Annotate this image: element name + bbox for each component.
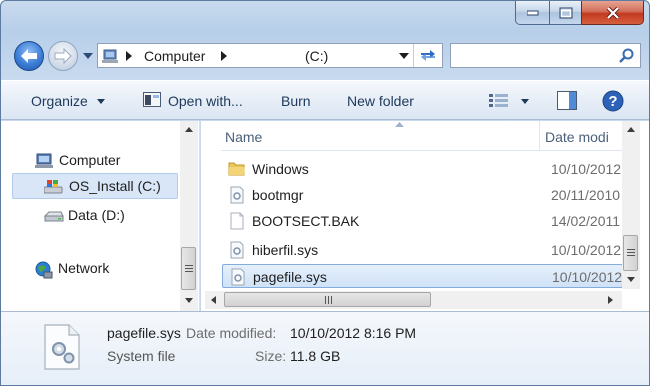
minimize-button[interactable] [515,1,550,25]
nav-item-label: Data (D:) [68,207,125,223]
navigation-pane: Computer OS_Install (C:) Data (D:) Netwo… [1,121,200,311]
file-row-bootsect-bak[interactable]: BOOTSECT.BAK 14/02/2011 [222,209,623,233]
details-size-label: Size: [255,348,287,364]
preview-pane-icon[interactable] [557,91,577,110]
network-icon [35,261,53,279]
breadcrumb-drive[interactable]: (C:) [305,48,328,64]
file-date: 14/02/2011 [551,213,621,229]
file-row-hiberfil-sys[interactable]: hiberfil.sys 10/10/2012 [222,238,623,262]
open-with-button[interactable]: Open with... [168,93,243,109]
computer-icon [102,49,118,63]
search-icon[interactable] [619,48,635,64]
scroll-right-arrow-icon[interactable] [608,296,613,304]
nav-item-label: Network [58,260,110,276]
blank-file-icon [230,212,244,230]
file-name: hiberfil.sys [252,242,319,258]
file-row-pagefile-sys[interactable]: pagefile.sys 10/10/2012 [222,264,623,288]
details-pane: pagefile.sys System file Date modified: … [1,311,649,385]
system-file-icon [44,324,80,370]
search-box[interactable] [450,43,641,68]
details-file-type: System file [107,348,176,364]
column-divider[interactable] [539,121,540,151]
close-icon [606,6,619,19]
scroll-left-arrow-icon[interactable] [211,296,216,304]
grip-icon [627,249,635,256]
details-file-name: pagefile.sys [107,325,181,341]
maximize-button[interactable] [549,1,582,25]
navigation-pane-scrollbar[interactable] [180,121,198,311]
address-divider [413,44,414,67]
recent-pages-dropdown[interactable] [82,51,94,61]
help-icon[interactable]: ? [602,90,624,112]
nav-item-label: Computer [59,152,121,168]
file-name: pagefile.sys [253,269,327,285]
system-file-icon [230,241,244,259]
file-list-vertical-scrollbar[interactable] [622,121,640,289]
minimize-icon [526,10,538,15]
scrollbar-thumb[interactable] [224,292,431,307]
file-row-bootmgr[interactable]: bootmgr 20/11/2010 [222,183,623,207]
open-with-icon[interactable] [143,92,161,108]
details-size-value: 11.8 GB [290,348,341,364]
breadcrumb-computer[interactable]: Computer [144,48,205,64]
close-button[interactable] [581,1,644,25]
scrollbar-thumb[interactable] [623,235,638,271]
scrollbar-thumb[interactable] [181,247,196,290]
burn-button[interactable]: Burn [281,93,311,109]
computer-icon [35,153,53,168]
grip-icon [185,265,193,272]
drive-windows-icon [44,180,63,194]
address-bar[interactable]: Computer (C:) [97,43,443,68]
file-date: 10/10/2012 [552,269,623,285]
organize-button[interactable]: Organize [31,93,88,109]
drive-icon [44,211,64,222]
nav-item-label: OS_Install (C:) [69,178,161,194]
search-input[interactable] [455,46,615,65]
forward-arrow-icon [54,48,72,64]
back-button[interactable] [14,41,44,71]
scroll-down-arrow-icon[interactable] [627,277,635,282]
sort-ascending-icon [395,122,404,127]
address-history-dropdown[interactable] [399,53,409,59]
details-modified-value[interactable]: 10/10/2012 8:16 PM [290,325,416,341]
breadcrumb-separator-icon[interactable] [125,51,133,61]
grip-icon [325,296,332,304]
file-list: Name Date modi Windows 10/10/2012 bootmg… [201,121,649,311]
command-bar: Organize Open with... Burn New folder ? [1,80,649,120]
file-list-horizontal-scrollbar[interactable] [205,291,622,309]
file-date: 10/10/2012 [551,242,622,258]
file-name: bootmgr [252,187,304,203]
scroll-up-arrow-icon[interactable] [627,127,635,132]
column-header-date-modified[interactable]: Date modi [545,129,609,145]
breadcrumb-separator-icon[interactable] [220,51,228,61]
svg-text:?: ? [608,93,617,110]
nav-item-os-install[interactable]: OS_Install (C:) [12,173,178,199]
forward-button[interactable] [48,41,78,71]
column-header-name[interactable]: Name [225,129,262,145]
details-modified-label: Date modified: [186,325,277,341]
explorer-window: Computer (C:) Organize Open with... Burn… [0,0,650,386]
chevron-down-icon[interactable] [97,99,105,104]
refresh-icon[interactable] [418,47,438,64]
new-folder-button[interactable]: New folder [347,93,414,109]
change-view-icon[interactable] [488,92,510,110]
file-name: BOOTSECT.BAK [252,213,360,229]
scroll-up-arrow-icon[interactable] [185,127,193,132]
chevron-down-icon[interactable] [521,99,529,104]
back-arrow-icon [21,49,37,63]
file-name: Windows [252,161,309,177]
file-date: 20/11/2010 [551,187,621,203]
maximize-icon [559,7,572,18]
system-file-icon [230,186,244,204]
file-date: 10/10/2012 [551,161,622,177]
scroll-down-arrow-icon[interactable] [185,298,193,303]
system-file-icon [231,268,245,286]
column-header: Name Date modi [221,121,623,151]
folder-icon [228,162,245,176]
file-row-windows[interactable]: Windows 10/10/2012 [222,157,623,181]
